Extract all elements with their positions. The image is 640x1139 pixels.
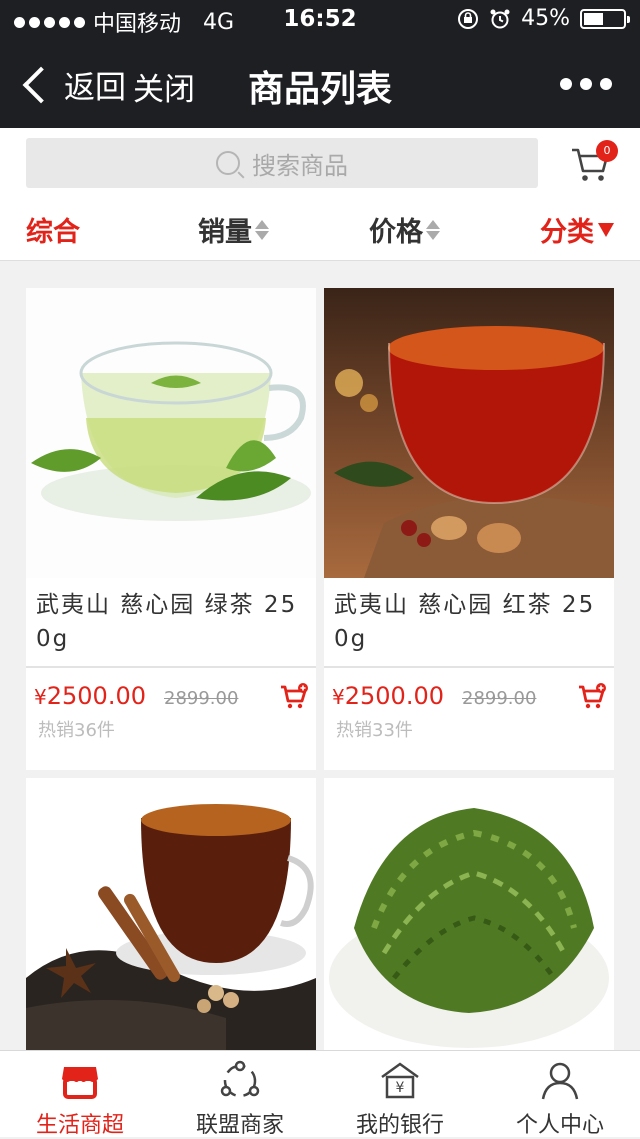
product-name[interactable]: 武夷山 慈心园 红茶 25 0g [324, 588, 614, 662]
product-old-price: 2899.00 [164, 688, 239, 709]
product-name-line: 武夷山 慈心园 绿茶 25 [36, 592, 298, 618]
navigation-bar: 返回 关闭 商品列表 [0, 40, 640, 128]
sort-tab-category[interactable]: 分类 [540, 210, 614, 249]
sort-tab-default[interactable]: 综合 [26, 210, 80, 249]
product-name-line: 武夷山 慈心园 红茶 25 [334, 592, 596, 618]
product-image-spiced-tea[interactable] [26, 778, 316, 1050]
tab-label: 生活商超 [35, 1113, 124, 1138]
sort-tab-price[interactable]: 价格 [369, 210, 440, 249]
sort-tab-label: 销量 [198, 217, 252, 248]
more-dots-icon[interactable] [560, 78, 612, 90]
rotation-lock-icon [458, 8, 479, 29]
bank-icon: ¥ [378, 1059, 422, 1103]
top-bar: 中国移动 4G 16:52 45% 返回 关闭 商品列表 [0, 0, 640, 128]
currency-symbol: ¥ [332, 685, 345, 709]
product-card[interactable] [26, 778, 316, 1050]
search-row: 搜索商品 0 [0, 128, 640, 198]
sort-tab-label: 分类 [540, 217, 594, 248]
product-card[interactable]: 武夷山 慈心园 绿茶 25 0g ¥2500.00 2899.00 热销36件 [26, 288, 316, 770]
product-card[interactable] [324, 778, 614, 1050]
product-sold-count: 热销36件 [38, 720, 115, 741]
search-icon [216, 151, 240, 175]
product-image-black-tea[interactable] [324, 288, 614, 578]
price-value: 2500.00 [344, 682, 444, 710]
add-to-cart-icon[interactable] [578, 682, 606, 710]
network-icon [218, 1059, 262, 1103]
alarm-icon [490, 9, 510, 28]
battery-icon [580, 8, 630, 29]
search-input[interactable]: 搜索商品 [26, 138, 538, 188]
cart-count-badge: 0 [596, 140, 618, 162]
status-bar: 中国移动 4G 16:52 45% [0, 0, 640, 40]
sort-bar: 综合 销量 价格 分类 [0, 198, 640, 261]
product-price: ¥2500.00 [332, 682, 444, 710]
product-price: ¥2500.00 [34, 682, 146, 710]
battery-percent: 45% [521, 6, 570, 31]
add-to-cart-icon[interactable] [280, 682, 308, 710]
page-title: 商品列表 [247, 69, 392, 110]
product-old-price: 2899.00 [462, 688, 537, 709]
tab-life-supermarket[interactable]: 生活商超 [0, 1051, 160, 1138]
search-placeholder: 搜索商品 [252, 151, 348, 180]
price-row: ¥2500.00 2899.00 [26, 668, 316, 716]
price-row: ¥2500.00 2899.00 [324, 668, 614, 716]
sort-arrows-icon [426, 219, 440, 240]
sort-arrows-icon [255, 219, 269, 240]
store-icon [58, 1059, 102, 1103]
tab-label: 我的银行 [355, 1113, 444, 1138]
product-image-green-tea[interactable] [26, 288, 316, 578]
bottom-tab-bar: 生活商超 联盟商家 ¥ 我的银行 个人中心 [0, 1050, 640, 1138]
product-name-line: 0g [334, 626, 368, 652]
product-name-line: 0g [36, 626, 70, 652]
tab-personal-center[interactable]: 个人中心 [480, 1051, 640, 1138]
cart-button[interactable]: 0 [570, 140, 618, 184]
sort-tab-sales[interactable]: 销量 [198, 210, 269, 249]
dropdown-triangle-icon [598, 222, 614, 237]
sort-tab-label: 价格 [369, 217, 423, 248]
person-icon [538, 1059, 582, 1103]
tab-alliance-merchants[interactable]: 联盟商家 [160, 1051, 320, 1138]
svg-text:¥: ¥ [396, 1080, 405, 1096]
price-value: 2500.00 [46, 682, 146, 710]
currency-symbol: ¥ [34, 685, 47, 709]
sort-tab-label: 综合 [26, 217, 80, 248]
tab-my-bank[interactable]: ¥ 我的银行 [320, 1051, 480, 1138]
product-image-loose-leaf-tea[interactable] [324, 778, 614, 1050]
product-name[interactable]: 武夷山 慈心园 绿茶 25 0g [26, 588, 316, 662]
product-card[interactable]: 武夷山 慈心园 红茶 25 0g ¥2500.00 2899.00 热销33件 [324, 288, 614, 770]
tab-label: 联盟商家 [195, 1113, 284, 1138]
product-sold-count: 热销33件 [336, 720, 413, 741]
tab-label: 个人中心 [515, 1113, 604, 1138]
